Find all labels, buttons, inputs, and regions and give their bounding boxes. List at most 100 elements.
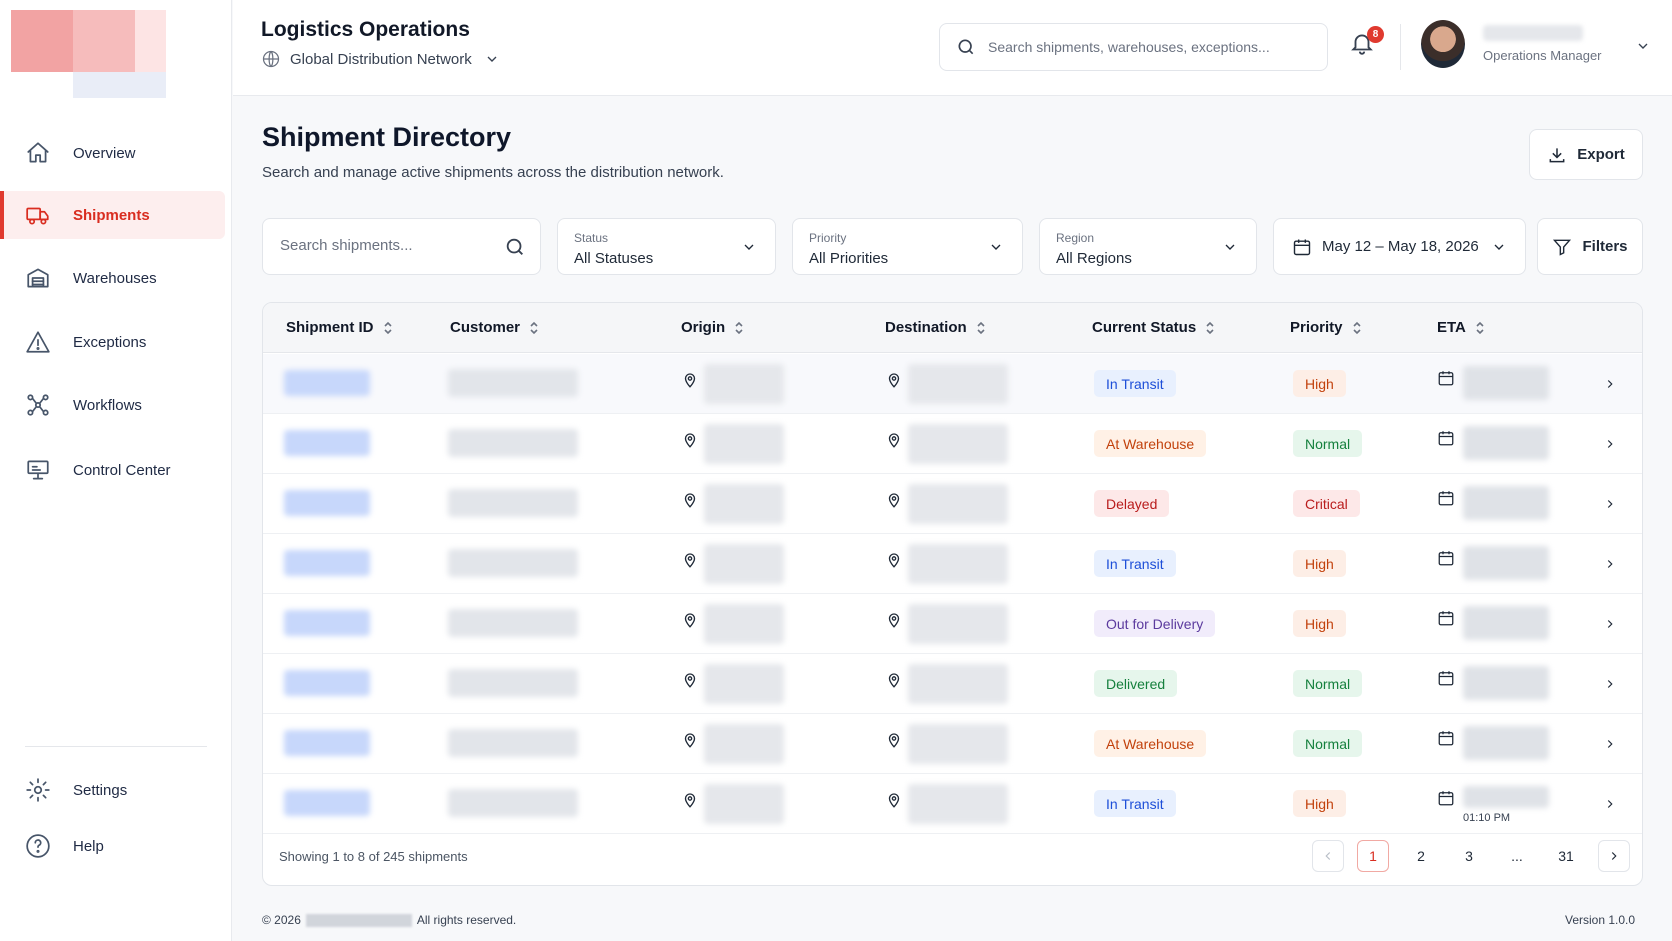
filters-label: Filters	[1582, 238, 1628, 255]
shipment-id-redacted[interactable]	[284, 370, 370, 396]
column-header-destination[interactable]: Destination	[885, 319, 987, 336]
notifications-button[interactable]: 8	[1349, 26, 1384, 60]
eta-redacted	[1463, 546, 1549, 580]
sidebar-item-label: Shipments	[73, 206, 150, 224]
pagination-page-2[interactable]: 2	[1405, 840, 1437, 872]
origin-redacted	[704, 664, 784, 704]
shipment-id-redacted[interactable]	[284, 670, 370, 696]
destination-redacted	[908, 664, 1008, 704]
location-pin-icon	[684, 433, 696, 448]
filters-button[interactable]: Filters	[1537, 218, 1643, 275]
sidebar-item-control-center[interactable]: Control Center	[0, 446, 225, 494]
column-header-current-status[interactable]: Current Status	[1092, 319, 1216, 336]
eta-redacted	[1463, 366, 1549, 400]
shipment-id-redacted[interactable]	[284, 790, 370, 816]
column-header-origin[interactable]: Origin	[681, 319, 745, 336]
calendar-icon	[1438, 371, 1454, 386]
filter-icon	[1553, 239, 1572, 256]
shipment-id-redacted[interactable]	[284, 730, 370, 756]
shipment-id-redacted[interactable]	[284, 490, 370, 516]
sidebar-item-workflows[interactable]: Workflows	[0, 381, 225, 429]
sidebar-item-exceptions[interactable]: Exceptions	[0, 318, 225, 366]
table-row[interactable]: In Transit High	[263, 354, 1642, 414]
sidebar-item-overview[interactable]: Overview	[0, 129, 225, 177]
sort-icon	[1352, 321, 1361, 334]
sidebar-item-label: Settings	[73, 781, 128, 799]
shipment-search[interactable]	[262, 218, 541, 275]
global-search[interactable]	[939, 23, 1328, 71]
company-logo[interactable]	[11, 10, 166, 98]
chevron-down-icon[interactable]	[1635, 38, 1651, 54]
sidebar-item-warehouses[interactable]: Warehouses	[0, 254, 225, 302]
eta-redacted	[1463, 606, 1549, 640]
workflow-icon	[27, 394, 49, 416]
chevron-right-icon[interactable]	[1603, 796, 1617, 812]
pagination-summary: Showing 1 to 8 of 245 shipments	[279, 849, 468, 864]
column-header-customer[interactable]: Customer	[450, 319, 540, 336]
avatar[interactable]	[1421, 20, 1465, 68]
truck-icon	[26, 207, 49, 225]
sort-icon	[977, 321, 985, 334]
calendar-icon	[1438, 431, 1454, 446]
origin-redacted	[704, 604, 784, 644]
sidebar-item-help[interactable]: Help	[0, 822, 225, 870]
eta-redacted	[1463, 666, 1549, 700]
location-pin-icon	[888, 493, 900, 508]
chevron-right-icon[interactable]	[1603, 616, 1617, 632]
table-row[interactable]: Delivered Normal	[263, 654, 1642, 714]
column-header-shipment-id[interactable]: Shipment ID	[286, 319, 394, 336]
status-filter[interactable]: Status All Statuses	[557, 218, 776, 275]
status-badge: In Transit	[1094, 790, 1176, 817]
alert-triangle-icon	[26, 331, 50, 353]
calendar-icon	[1438, 551, 1454, 566]
shipment-id-redacted[interactable]	[284, 610, 370, 636]
shipment-id-redacted[interactable]	[284, 430, 370, 456]
pagination-page-1[interactable]: 1	[1357, 840, 1389, 872]
table-row[interactable]: Out for Delivery High	[263, 594, 1642, 654]
table-row[interactable]: In Transit High	[263, 534, 1642, 594]
table-row[interactable]: At Warehouse Normal	[263, 714, 1642, 774]
copyright: © 2026 All rights reserved.	[262, 913, 516, 927]
date-range-picker[interactable]: May 12 – May 18, 2026	[1273, 218, 1526, 275]
chevron-right-icon[interactable]	[1603, 556, 1617, 572]
shipment-search-input[interactable]	[280, 237, 490, 254]
divider	[1400, 24, 1401, 70]
table-row[interactable]: Delayed Critical	[263, 474, 1642, 534]
table-row[interactable]: At Warehouse Normal	[263, 414, 1642, 474]
column-header-priority[interactable]: Priority	[1290, 319, 1363, 336]
pagination-prev-button[interactable]	[1312, 840, 1344, 872]
global-search-input[interactable]	[988, 39, 1308, 55]
priority-filter[interactable]: Priority All Priorities	[792, 218, 1023, 275]
page-title: Shipment Directory	[262, 122, 512, 152]
chevron-right-icon[interactable]	[1603, 436, 1617, 452]
sort-icon	[735, 321, 743, 334]
user-name-redacted	[1483, 25, 1583, 41]
chevron-right-icon[interactable]	[1603, 736, 1617, 752]
destination-redacted	[908, 364, 1008, 404]
network-selector[interactable]: Global Distribution Network	[261, 49, 509, 69]
pagination-next-button[interactable]	[1598, 840, 1630, 872]
chevron-right-icon[interactable]	[1603, 676, 1617, 692]
sidebar-item-settings[interactable]: Settings	[0, 766, 225, 814]
calendar-icon	[1438, 671, 1454, 686]
customer-redacted	[448, 489, 578, 517]
shipment-id-redacted[interactable]	[284, 550, 370, 576]
column-header-eta[interactable]: ETA	[1437, 319, 1486, 336]
pagination-page-3[interactable]: 3	[1453, 840, 1485, 872]
chevron-right-icon[interactable]	[1603, 376, 1617, 392]
sidebar-item-shipments[interactable]: Shipments	[0, 191, 225, 239]
export-button[interactable]: Export	[1529, 129, 1643, 180]
region-filter[interactable]: Region All Regions	[1039, 218, 1257, 275]
calendar-icon	[1438, 731, 1454, 746]
priority-badge: Critical	[1293, 490, 1360, 517]
table-row[interactable]: In Transit High 01:10 PM	[263, 774, 1642, 834]
customer-redacted	[448, 789, 578, 817]
origin-redacted	[704, 544, 784, 584]
sort-icon	[1476, 321, 1484, 334]
date-range-value: May 12 – May 18, 2026	[1322, 238, 1479, 255]
location-pin-icon	[684, 373, 696, 388]
status-badge: At Warehouse	[1094, 730, 1207, 757]
chevron-right-icon[interactable]	[1603, 496, 1617, 512]
pagination-page-31[interactable]: 31	[1550, 840, 1582, 872]
sidebar-item-label: Help	[73, 837, 104, 855]
